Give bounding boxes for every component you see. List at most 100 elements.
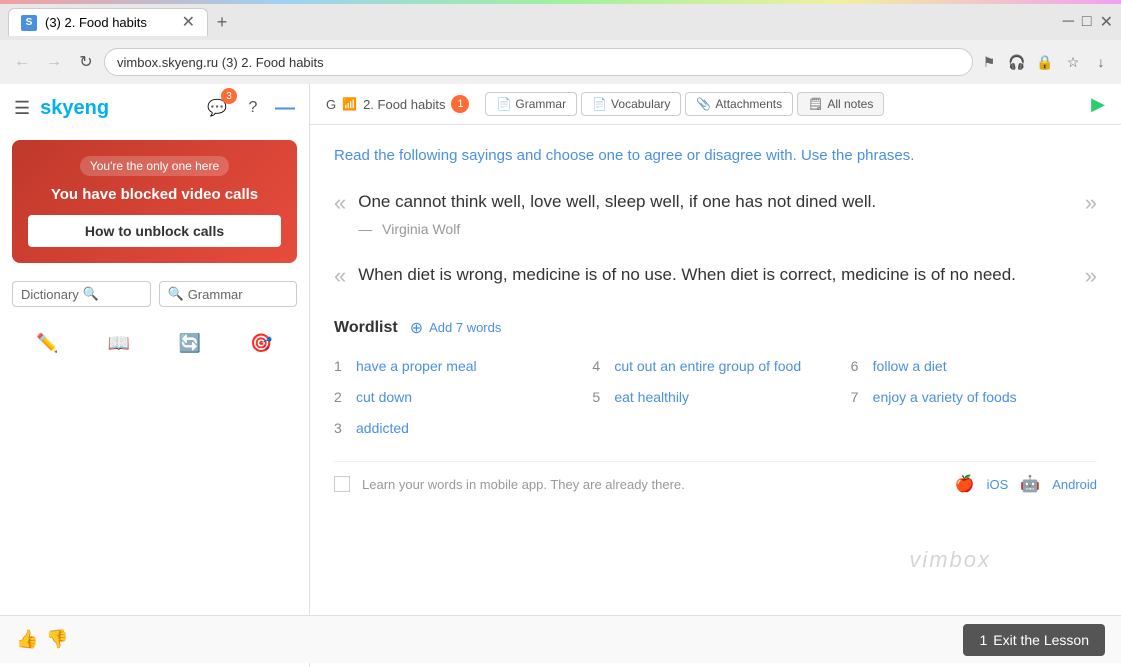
sidebar-tools: ✏️ 📖 🔄 🎯: [0, 317, 309, 369]
sidebar-header: ☰ skyeng 💬 3 ? —: [0, 84, 309, 132]
list-item: 2 cut down: [334, 385, 580, 410]
thumbs-down-button[interactable]: 👎: [46, 629, 68, 650]
wordlist-section: Wordlist ⊕ Add 7 words 1 have a proper m…: [334, 318, 1097, 442]
quote-content-1: One cannot think well, love well, sleep …: [358, 188, 1073, 237]
word-text[interactable]: have a proper meal: [356, 354, 477, 379]
minimize-sidebar-button[interactable]: —: [275, 97, 295, 120]
browser-tab[interactable]: S (3) 2. Food habits ✕: [8, 8, 208, 36]
quote-block-1: « One cannot think well, love well, slee…: [334, 188, 1097, 237]
tab-favicon: S: [21, 15, 37, 31]
quote-next-button-2[interactable]: »: [1085, 261, 1097, 289]
word-num: 7: [851, 385, 867, 410]
signal-strength-icon: 📶: [342, 97, 357, 111]
add-words-icon: ⊕: [410, 318, 423, 338]
breadcrumb-g: G: [326, 97, 336, 112]
mobile-banner-checkbox[interactable]: [334, 476, 350, 492]
address-text: vimbox.skyeng.ru (3) 2. Food habits: [117, 55, 324, 70]
wordlist-header: Wordlist ⊕ Add 7 words: [334, 318, 1097, 338]
all-notes-tab-icon: 🗒: [808, 97, 823, 111]
lock-icon[interactable]: 🔒: [1033, 50, 1057, 74]
word-text[interactable]: cut out an entire group of food: [614, 354, 801, 379]
quote-text-1: One cannot think well, love well, sleep …: [358, 188, 1073, 215]
refresh-tool-icon[interactable]: 🔄: [172, 325, 208, 361]
browser-controls: ← → ↻ vimbox.skyeng.ru (3) 2. Food habit…: [0, 40, 1121, 84]
download-icon[interactable]: ↓: [1089, 50, 1113, 74]
apple-icon: 🍎: [955, 474, 975, 494]
grammar-tab-label: Grammar: [515, 97, 566, 111]
dictionary-search-icon: 🔍: [83, 286, 99, 302]
word-text[interactable]: follow a diet: [873, 354, 947, 379]
android-link[interactable]: Android: [1052, 477, 1097, 492]
list-item: 7 enjoy a variety of foods: [851, 385, 1097, 410]
restore-window-icon[interactable]: □: [1082, 13, 1092, 31]
target-tool-icon[interactable]: 🎯: [243, 325, 279, 361]
video-blocked-card: You're the only one here You have blocke…: [12, 140, 297, 263]
ios-link[interactable]: iOS: [987, 477, 1009, 492]
feedback-icons: 👍 👎: [16, 629, 69, 650]
thumbs-up-button[interactable]: 👍: [16, 629, 38, 650]
vimbox-watermark: vimbox: [909, 547, 991, 573]
new-tab-button[interactable]: +: [208, 8, 236, 36]
flag-icon[interactable]: ⚑: [977, 50, 1001, 74]
android-icon: 🤖: [1020, 474, 1040, 494]
lesson-header: G 📶 2. Food habits 1 📄 Grammar 📄 Vocabul…: [310, 84, 1121, 125]
tab-all-notes[interactable]: 🗒 All notes: [797, 92, 884, 116]
browser-chrome: S (3) 2. Food habits ✕ + ─ □ ✕ ← → ↻ vim…: [0, 0, 1121, 84]
pen-tool-icon[interactable]: ✏️: [30, 325, 66, 361]
wordlist-title: Wordlist: [334, 319, 398, 337]
back-button[interactable]: ←: [8, 48, 36, 76]
tab-attachments[interactable]: 📎 Attachments: [685, 92, 793, 116]
list-item: 6 follow a diet: [851, 354, 1097, 379]
exit-lesson-badge: 1: [979, 632, 987, 648]
unblock-calls-button[interactable]: How to unblock calls: [28, 215, 281, 247]
help-icon[interactable]: ?: [239, 94, 267, 122]
exit-lesson-label: Exit the Lesson: [993, 632, 1089, 648]
exit-lesson-button[interactable]: 1 Exit the Lesson: [963, 624, 1105, 656]
word-num: 4: [592, 354, 608, 379]
sidebar: ☰ skyeng 💬 3 ? — You're the only one her…: [0, 84, 310, 667]
book-tool-icon[interactable]: 📖: [101, 325, 137, 361]
quote-prev-button-1[interactable]: «: [334, 188, 346, 216]
address-bar[interactable]: vimbox.skyeng.ru (3) 2. Food habits: [104, 48, 973, 76]
list-item: 1 have a proper meal: [334, 354, 580, 379]
sidebar-header-icons: 💬 3 ? —: [203, 94, 295, 122]
word-text[interactable]: cut down: [356, 385, 412, 410]
tab-title: (3) 2. Food habits: [45, 15, 174, 30]
mobile-banner: Learn your words in mobile app. They are…: [334, 461, 1097, 506]
quote-block-2: « When diet is wrong, medicine is of no …: [334, 261, 1097, 294]
close-window-icon[interactable]: ✕: [1100, 12, 1113, 32]
quote-prev-button-2[interactable]: «: [334, 261, 346, 289]
grammar-label: Grammar: [188, 287, 243, 302]
chat-icon-wrapper: 💬 3: [203, 94, 231, 122]
word-num: 1: [334, 354, 350, 379]
cursor-icon: ▶: [1091, 94, 1105, 115]
hamburger-icon[interactable]: ☰: [14, 98, 30, 119]
add-words-label: Add 7 words: [429, 320, 501, 335]
reload-button[interactable]: ↻: [72, 48, 100, 76]
word-num: 3: [334, 416, 350, 441]
dictionary-label: Dictionary: [21, 287, 79, 302]
instruction-text: Read the following sayings and choose on…: [334, 145, 1097, 168]
tab-close-button[interactable]: ✕: [182, 15, 195, 31]
grammar-search[interactable]: 🔍 Grammar: [159, 281, 298, 307]
content-area: Read the following sayings and choose on…: [310, 125, 1121, 667]
attachments-tab-icon: 📎: [696, 97, 711, 111]
minimize-window-icon[interactable]: ─: [1063, 13, 1074, 31]
word-text[interactable]: eat healthily: [614, 385, 689, 410]
forward-button[interactable]: →: [40, 48, 68, 76]
tab-vocabulary[interactable]: 📄 Vocabulary: [581, 92, 681, 116]
word-text[interactable]: addicted: [356, 416, 409, 441]
headphone-icon[interactable]: 🎧: [1005, 50, 1029, 74]
word-text[interactable]: enjoy a variety of foods: [873, 385, 1017, 410]
list-item: 3 addicted: [334, 416, 580, 441]
list-item: 4 cut out an entire group of food: [592, 354, 838, 379]
quote-next-button-1[interactable]: »: [1085, 188, 1097, 216]
tab-grammar[interactable]: 📄 Grammar: [485, 92, 577, 116]
star-icon[interactable]: ☆: [1061, 50, 1085, 74]
list-item: 5 eat healthily: [592, 385, 838, 410]
vocabulary-tab-icon: 📄: [592, 97, 607, 111]
dictionary-search[interactable]: Dictionary 🔍: [12, 281, 151, 307]
add-words-button[interactable]: ⊕ Add 7 words: [410, 318, 502, 338]
browser-actions: ⚑ 🎧 🔒 ☆ ↓: [977, 50, 1113, 74]
grammar-tab-icon: 📄: [496, 97, 511, 111]
